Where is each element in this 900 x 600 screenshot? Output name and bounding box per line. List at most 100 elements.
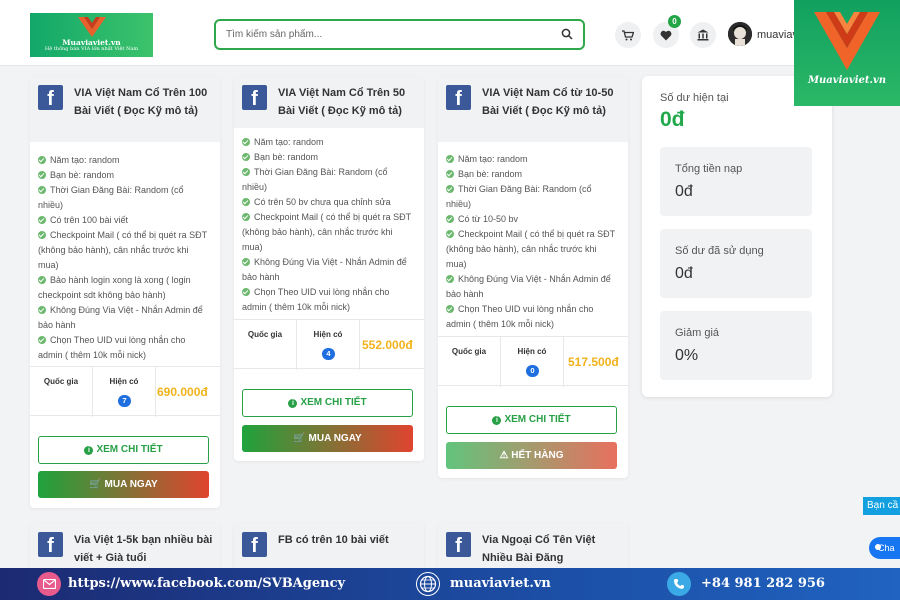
buy-now-button[interactable]: 🛒 MUA NGAY	[242, 425, 413, 452]
support-prompt-button[interactable]: Bạn cầ	[863, 497, 900, 515]
facebook-icon: f	[446, 532, 471, 557]
heart-icon	[660, 30, 672, 40]
feature-item: Chọn Theo UID vui lòng nhắn cho admin ( …	[446, 304, 594, 329]
view-detail-button[interactable]: i XEM CHI TIẾT	[38, 436, 209, 464]
deposit-total-value: 0đ	[675, 183, 693, 200]
top-navbar: Muaviaviet.vn Hệ thống bán VIA lớn nhất …	[0, 0, 900, 66]
contact-footer-banner: https://www.facebook.com/SVBAgency muavi…	[0, 568, 900, 600]
cart-icon	[622, 29, 634, 40]
facebook-link[interactable]: https://www.facebook.com/SVBAgency	[68, 576, 345, 591]
brand-v-logo-icon	[814, 12, 880, 70]
website-link[interactable]: muaviaviet.vn	[450, 576, 551, 591]
messenger-icon	[37, 572, 61, 596]
check-icon	[242, 198, 250, 206]
check-icon	[446, 170, 454, 178]
feature-list: Năm tạo: random Bạn bè: random Thời Gian…	[446, 152, 618, 332]
current-balance-label: Số dư hiện tại	[660, 92, 729, 104]
used-balance-value: 0đ	[675, 265, 693, 282]
stock-cell: Hiện có 4	[297, 320, 360, 370]
check-icon	[446, 155, 454, 163]
info-icon: i	[84, 446, 94, 455]
cart-icon: 🛒	[293, 433, 309, 444]
brand-watermark-text: Muaviaviet.vn	[807, 75, 887, 86]
check-icon	[446, 275, 454, 283]
bank-button[interactable]	[690, 22, 716, 48]
wishlist-button[interactable]: 0	[653, 15, 681, 48]
discount-label: Giảm giá	[675, 327, 720, 339]
stock-cell: Hiện có 7	[93, 367, 156, 417]
feature-item: Có từ 10-50 bv	[446, 212, 618, 227]
feature-list: Năm tạo: random Bạn bè: random Thời Gian…	[242, 135, 414, 315]
feature-item: Checkpoint Mail ( có thể bị quét ra SĐT …	[446, 229, 615, 269]
check-icon	[446, 215, 454, 223]
check-icon	[242, 288, 250, 296]
feature-item: Có trên 50 bv chưa qua chỉnh sửa	[242, 195, 414, 210]
site-logo[interactable]: Muaviaviet.vn Hệ thống bán VIA lớn nhất …	[30, 13, 153, 57]
product-title[interactable]: FB có trên 10 bài viết	[278, 531, 418, 549]
check-icon	[242, 153, 250, 161]
search-icon[interactable]	[561, 28, 573, 40]
facebook-icon: f	[242, 85, 267, 110]
balance-panel: Số dư hiện tại 0đ Tổng tiền nạp 0đ Số dư…	[642, 76, 832, 397]
product-title[interactable]: VIA Việt Nam Cổ Trên 50 Bài Viết ( Đọc K…	[278, 84, 418, 120]
cart-button[interactable]	[615, 22, 641, 48]
feature-item: Bạn bè: random	[38, 168, 210, 183]
phone-icon	[667, 572, 691, 596]
feature-item: Checkpoint Mail ( có thể bị quét ra SĐT …	[242, 212, 411, 252]
feature-item: Bạn bè: random	[446, 167, 618, 182]
check-icon	[242, 168, 250, 176]
feature-item: Bạn bè: random	[242, 150, 414, 165]
warning-icon: ⚠	[499, 450, 512, 461]
stock-cell: Hiện có 0	[501, 337, 564, 387]
product-title[interactable]: Via Việt 1-5k bạn nhiều bài viết + Già t…	[74, 531, 214, 567]
check-icon	[446, 230, 454, 238]
check-icon	[446, 185, 454, 193]
bank-icon	[697, 29, 709, 41]
country-label: Quốc gia	[451, 347, 487, 356]
product-info-row: Quốc gia Hiện có 4 552.000đ	[234, 319, 424, 370]
stock-label: Hiện có	[109, 377, 139, 386]
country-cell: Quốc gia	[30, 367, 93, 417]
discount-value: 0%	[675, 347, 699, 364]
view-detail-button[interactable]: i XEM CHI TIẾT	[446, 406, 617, 434]
feature-item: Năm tạo: random	[38, 153, 210, 168]
check-icon	[38, 156, 46, 164]
card-header: f VIA Việt Nam Cổ Trên 100 Bài Viết ( Đọ…	[30, 76, 220, 142]
wishlist-count-badge: 0	[668, 15, 681, 28]
card-header: f VIA Việt Nam Cổ từ 10-50 Bài Viết ( Đọ…	[438, 76, 628, 142]
info-icon: i	[492, 416, 502, 425]
deposit-total-label: Tổng tiền nạp	[675, 163, 743, 175]
stock-count-badge: 4	[322, 348, 335, 360]
product-title[interactable]: Via Ngoại Cổ Tên Việt Nhiều Bài Đăng	[482, 531, 622, 567]
country-cell: Quốc gia	[234, 320, 297, 370]
product-title[interactable]: VIA Việt Nam Cổ Trên 100 Bài Viết ( Đọc …	[74, 84, 214, 120]
search-input[interactable]	[216, 21, 536, 48]
username[interactable]: muaviav	[757, 29, 798, 41]
check-icon	[38, 306, 46, 314]
check-icon	[242, 213, 250, 221]
card-header: f VIA Việt Nam Cổ Trên 50 Bài Viết ( Đọc…	[234, 76, 424, 128]
chat-button[interactable]: Cha	[869, 537, 900, 559]
product-info-row: Quốc gia Hiện có 7 690.000đ	[30, 366, 220, 417]
phone-number[interactable]: +84 981 282 956	[701, 576, 825, 591]
product-title[interactable]: VIA Việt Nam Cổ từ 10-50 Bài Viết ( Đọc …	[482, 84, 622, 120]
stock-label: Hiện có	[313, 330, 343, 339]
feature-list: Năm tạo: random Bạn bè: random Thời Gian…	[38, 153, 210, 363]
product-card: f VIA Việt Nam Cổ Trên 100 Bài Viết ( Đọ…	[30, 76, 220, 508]
feature-item: Năm tạo: random	[242, 135, 414, 150]
feature-item: Không Đúng Via Việt - Nhắn Admin để bảo …	[446, 274, 611, 299]
logo-tagline: Hệ thống bán VIA lớn nhất Việt Nam	[44, 46, 139, 52]
check-icon	[242, 258, 250, 266]
user-avatar[interactable]	[728, 22, 752, 46]
country-cell: Quốc gia	[438, 337, 501, 387]
sold-out-button[interactable]: ⚠ HẾT HÀNG	[446, 442, 617, 469]
view-detail-button[interactable]: i XEM CHI TIẾT	[242, 389, 413, 417]
used-balance-box: Số dư đã sử dụng 0đ	[660, 229, 812, 298]
buy-now-button[interactable]: 🛒 MUA NGAY	[38, 471, 209, 498]
logo-v-icon	[78, 17, 106, 37]
check-icon	[38, 276, 46, 284]
check-icon	[38, 231, 46, 239]
brand-watermark: Muaviaviet.vn	[794, 0, 900, 106]
used-balance-label: Số dư đã sử dụng	[675, 245, 764, 257]
current-balance-value: 0đ	[660, 108, 685, 131]
